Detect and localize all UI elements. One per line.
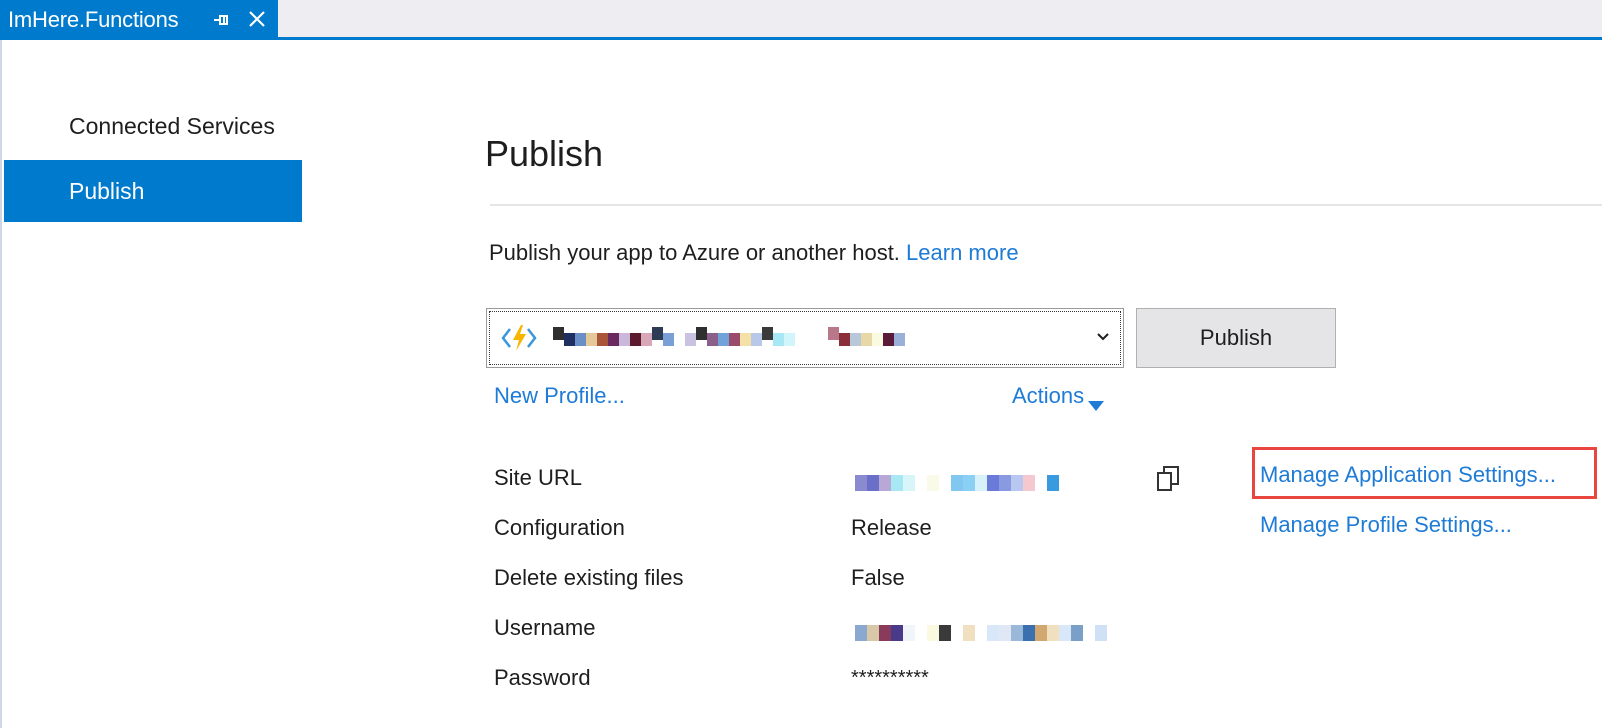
delete-existing-files-label: Delete existing files	[494, 565, 684, 590]
close-icon[interactable]	[247, 9, 267, 29]
actions-label: Actions	[1012, 383, 1085, 408]
manage-application-settings-link[interactable]: Manage Application Settings...	[1260, 462, 1556, 488]
password-label: Password	[494, 665, 591, 690]
username-label: Username	[494, 615, 596, 640]
redacted-profile-name	[553, 323, 1013, 355]
password-value: **********	[851, 667, 929, 689]
intro-text: Publish your app to Azure or another hos…	[489, 240, 1019, 266]
sidebar-item-publish[interactable]: Publish	[4, 160, 302, 222]
document-tab[interactable]: ImHere.Functions	[0, 0, 278, 40]
page-title: Publish	[485, 133, 604, 174]
delete-existing-files-value: False	[851, 565, 905, 590]
sidebar-item-connected-services[interactable]: Connected Services	[4, 95, 302, 157]
title-divider	[490, 204, 1602, 206]
actions-menu[interactable]: Actions	[1012, 383, 1105, 411]
azure-functions-icon	[501, 321, 537, 355]
intro-description: Publish your app to Azure or another hos…	[489, 240, 900, 265]
pin-icon[interactable]	[212, 10, 232, 30]
configuration-label: Configuration	[494, 515, 625, 540]
publish-button[interactable]: Publish	[1136, 308, 1336, 368]
site-url-label: Site URL	[494, 465, 583, 490]
manage-profile-settings-link[interactable]: Manage Profile Settings...	[1260, 512, 1512, 538]
learn-more-link[interactable]: Learn more	[906, 240, 1019, 265]
sidebar-item-label: Publish	[69, 177, 145, 204]
configuration-value: Release	[851, 515, 932, 540]
chevron-down-icon[interactable]	[1095, 329, 1111, 345]
document-tab-title: ImHere.Functions	[8, 7, 179, 32]
caret-down-icon	[1087, 392, 1105, 411]
copy-icon[interactable]	[1155, 464, 1183, 494]
sidebar-item-label: Connected Services	[69, 112, 275, 139]
redacted-site-url	[855, 475, 1059, 491]
new-profile-link[interactable]: New Profile...	[494, 383, 625, 409]
redacted-username	[855, 625, 1107, 641]
publish-profile-dropdown[interactable]	[486, 308, 1124, 368]
window-border	[0, 40, 2, 728]
